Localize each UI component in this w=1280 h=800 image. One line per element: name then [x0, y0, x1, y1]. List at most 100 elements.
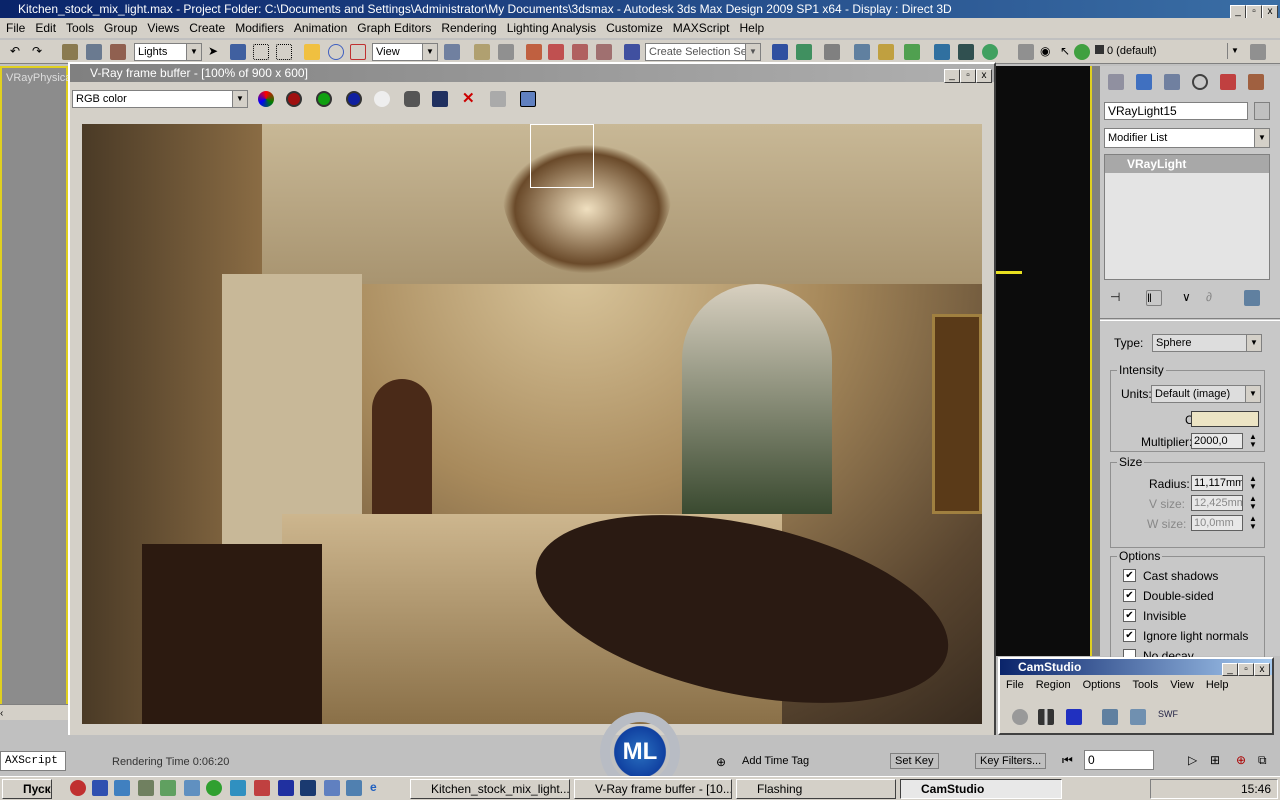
menu-animation[interactable]: Animation — [294, 21, 347, 35]
named-selection-set-dropdown[interactable]: Create Selection Set ▼ — [645, 43, 761, 61]
object-name-field[interactable]: VRayLight15 — [1104, 102, 1248, 120]
region-icon[interactable] — [1102, 709, 1118, 725]
v-size-input[interactable]: 12,425mm — [1191, 495, 1243, 511]
task-camstudio[interactable]: CamStudio — [900, 779, 1062, 799]
align-icon[interactable] — [796, 44, 812, 60]
region-select-icon[interactable] — [253, 44, 269, 60]
key-filters-button[interactable]: Key Filters... — [975, 753, 1047, 769]
pause-icon[interactable] — [1038, 709, 1054, 725]
window-crossing-icon[interactable] — [276, 44, 292, 60]
menu-edit[interactable]: Edit — [35, 21, 56, 35]
spinner-arrows-icon[interactable]: ▲ ▼ — [1249, 475, 1257, 491]
link-vfb-icon[interactable] — [490, 91, 506, 107]
clear-image-icon[interactable]: ✕ — [462, 91, 478, 107]
cam-menu-view[interactable]: View — [1170, 679, 1194, 691]
quicklaunch-icon[interactable] — [114, 780, 130, 796]
rotate-icon[interactable] — [328, 44, 344, 60]
task-vfb[interactable]: V-Ray frame buffer - [10... — [574, 779, 732, 799]
layer-properties-icon[interactable] — [1250, 44, 1266, 60]
3dsmax-icon[interactable] — [138, 780, 154, 796]
cam-menu-tools[interactable]: Tools — [1133, 679, 1159, 691]
scale-icon[interactable] — [350, 44, 366, 60]
cam-menu-options[interactable]: Options — [1083, 679, 1121, 691]
ie-icon[interactable]: e — [370, 780, 386, 796]
rendered-frame-icon[interactable] — [958, 44, 974, 60]
quicklaunch-icon[interactable] — [278, 780, 294, 796]
cam-menu-help[interactable]: Help — [1206, 679, 1229, 691]
quicklaunch-icon[interactable] — [206, 780, 222, 796]
quicklaunch-icon[interactable] — [184, 780, 200, 796]
zoom-extents-icon[interactable]: ⊞ — [1210, 753, 1220, 767]
region-render-icon[interactable] — [520, 91, 536, 107]
annotation-icon[interactable] — [1130, 709, 1146, 725]
time-slider[interactable]: ‹ — [0, 704, 68, 720]
layer-manager-icon[interactable] — [824, 44, 840, 60]
move-icon[interactable] — [304, 44, 320, 60]
make-unique-icon[interactable]: ∨ — [1182, 290, 1198, 306]
camstudio-maximize-button[interactable]: ▫ — [1238, 663, 1254, 676]
material-editor-icon[interactable] — [904, 44, 920, 60]
schematic-view-icon[interactable] — [878, 44, 894, 60]
viewport-dark[interactable] — [996, 66, 1100, 656]
chevron-left-icon[interactable]: ‹ — [0, 708, 3, 719]
channel-dropdown[interactable]: RGB color ▼ — [72, 90, 248, 108]
selection-filter-dropdown[interactable]: Lights ▼ — [134, 43, 202, 61]
menu-customize[interactable]: Customize — [606, 21, 663, 35]
quicklaunch-icon[interactable] — [160, 780, 176, 796]
menu-maxscript[interactable]: MAXScript — [673, 21, 730, 35]
show-end-result-icon[interactable]: ‖ — [1146, 290, 1162, 306]
checkbox[interactable]: ✔ — [1123, 609, 1136, 622]
camstudio-minimize-button[interactable]: _ — [1222, 663, 1238, 676]
red-channel-icon[interactable] — [286, 91, 302, 107]
menu-tools[interactable]: Tools — [66, 21, 94, 35]
remove-modifier-icon[interactable]: ∂ — [1206, 290, 1222, 306]
time-tag-icon[interactable]: ⊕ — [716, 755, 726, 769]
edit-named-selection-icon[interactable] — [624, 44, 640, 60]
redo-icon[interactable]: ↷ — [32, 44, 48, 60]
render-teapot-icon[interactable] — [982, 44, 998, 60]
menu-rendering[interactable]: Rendering — [441, 21, 496, 35]
spinner-arrows-icon[interactable]: ▲ ▼ — [1249, 515, 1257, 531]
viewport-perspective[interactable]: VRayPhysica... — [0, 66, 81, 706]
camstudio-close-button[interactable]: x — [1254, 663, 1270, 676]
render-region-marquee[interactable] — [530, 124, 594, 188]
undo-icon[interactable]: ↶ — [10, 44, 26, 60]
rendered-image[interactable] — [82, 124, 982, 724]
snap-icon[interactable] — [526, 44, 542, 60]
select-by-name-icon[interactable] — [230, 44, 246, 60]
current-frame-field[interactable]: 0 — [1084, 750, 1154, 770]
light-color-swatch[interactable] — [1191, 411, 1259, 427]
close-button[interactable]: x — [1262, 5, 1278, 19]
display-tab-icon[interactable] — [1220, 74, 1236, 90]
vfb-close-button[interactable]: x — [976, 69, 992, 83]
render-setup-icon[interactable] — [934, 44, 950, 60]
mirror-icon[interactable] — [772, 44, 788, 60]
quicklaunch-icon[interactable] — [92, 780, 108, 796]
teapot-icon[interactable] — [1074, 44, 1090, 60]
record-icon[interactable] — [1012, 709, 1028, 725]
quicklaunch-icon[interactable] — [324, 780, 340, 796]
keyboard-shortcut-icon[interactable] — [498, 44, 514, 60]
curve-editor-icon[interactable] — [854, 44, 870, 60]
cam-menu-region[interactable]: Region — [1036, 679, 1071, 691]
menu-lighting-analysis[interactable]: Lighting Analysis — [507, 21, 596, 35]
menu-graph-editors[interactable]: Graph Editors — [357, 21, 431, 35]
task-flashing[interactable]: Flashing — [736, 779, 896, 799]
radius-input[interactable]: 11,117mm — [1191, 475, 1243, 491]
pin-stack-icon[interactable]: ⊣ — [1110, 290, 1126, 306]
pivot-icon[interactable] — [444, 44, 460, 60]
rgb-channels-icon[interactable] — [258, 91, 274, 107]
quicklaunch-icon[interactable] — [70, 780, 86, 796]
maximize-button[interactable]: ▫ — [1246, 5, 1262, 19]
link-icon[interactable] — [62, 44, 78, 60]
start-button[interactable]: Пуск — [2, 779, 52, 799]
eye-icon[interactable]: ◉ — [1040, 44, 1056, 60]
save-image-icon[interactable] — [432, 91, 448, 107]
hierarchy-tab-icon[interactable] — [1164, 74, 1180, 90]
minimize-button[interactable]: _ — [1230, 5, 1246, 19]
spinner-snap-icon[interactable] — [596, 44, 612, 60]
spinner-arrows-icon[interactable]: ▲ ▼ — [1249, 495, 1257, 511]
current-layer-dropdown[interactable]: 0 (default) ▼ — [1092, 43, 1242, 61]
play-icon[interactable]: ▷ — [1188, 753, 1197, 767]
blue-channel-icon[interactable] — [346, 91, 362, 107]
